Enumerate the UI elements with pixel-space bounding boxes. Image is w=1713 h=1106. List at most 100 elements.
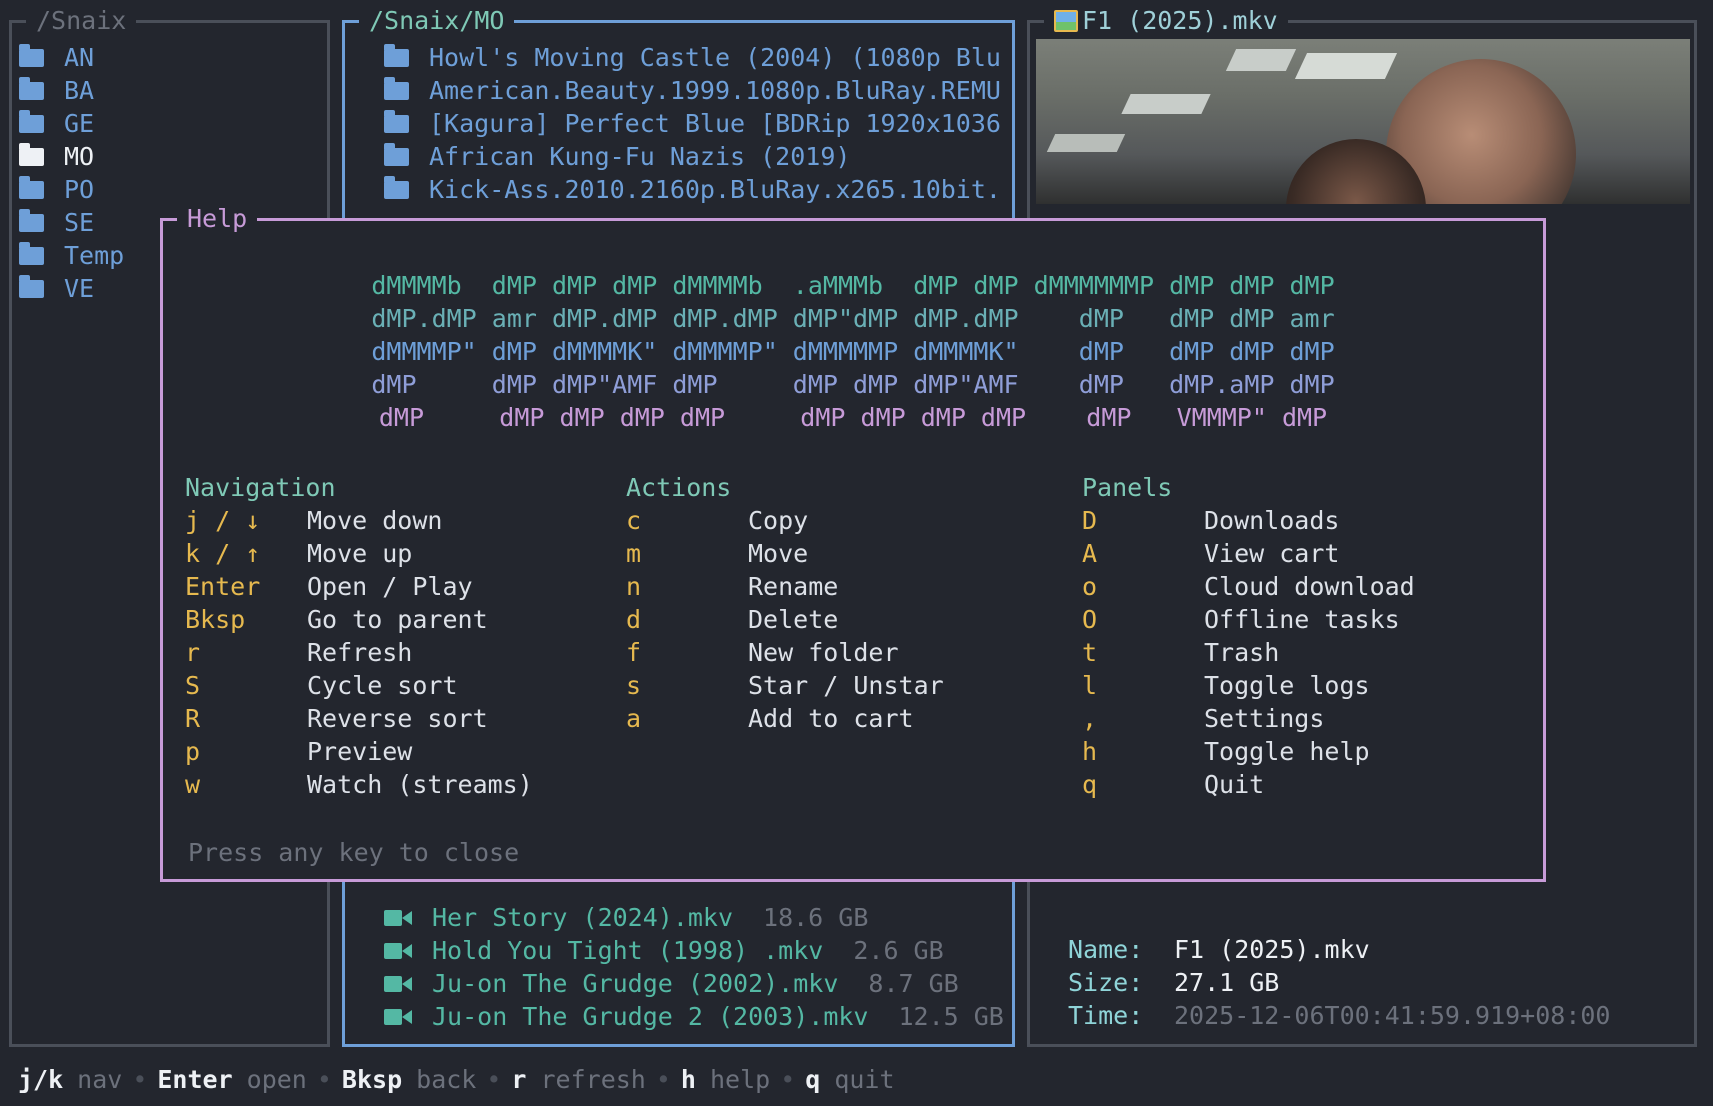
shortcut-key: j / ↓ xyxy=(185,506,261,535)
folder-icon xyxy=(384,109,409,133)
sidebar-item-label: BA xyxy=(64,76,95,105)
status-desc: quit xyxy=(834,1065,895,1094)
ascii-logo-line: dMMMMb dMP dMP dMP dMMMMb .aMMMb dMP dMP… xyxy=(371,271,1335,300)
shortcut-row: Bksp Go to parent xyxy=(185,603,533,636)
shortcut-description: Toggle logs xyxy=(1204,671,1370,700)
sidebar-item-temp[interactable]: Temp xyxy=(19,239,124,272)
folder-list-item[interactable]: Kick-Ass.2010.2160p.BluRay.x265.10bit. xyxy=(384,173,1001,206)
shortcut-description: Reverse sort xyxy=(307,704,488,733)
shortcut-description: Refresh xyxy=(307,638,413,667)
file-info: Name: F1 (2025).mkv Size: 27.1 GB Time: 202… xyxy=(1068,933,1611,1032)
shortcut-description: Settings xyxy=(1204,704,1325,733)
shortcut-description: Cycle sort xyxy=(307,671,458,700)
file-size: 2.6 GB xyxy=(853,936,944,965)
ascii-logo-line: dMP dMP dMP"AMF dMP dMP dMP dMP"AMF dMP … xyxy=(371,370,1335,399)
ascii-logo-line: dMP dMP dMP dMP dMP dMP dMP dMP dMP dMP … xyxy=(378,403,1328,432)
folder-name: [Kagura] Perfect Blue [BDRip 1920x1036 xyxy=(429,109,1001,138)
shortcut-description: Offline tasks xyxy=(1204,605,1400,634)
video-file-icon xyxy=(384,942,412,959)
folder-icon xyxy=(19,142,44,166)
folder-list-item[interactable]: Howl's Moving Castle (2004) (1080p Blu xyxy=(384,41,1001,74)
shortcut-key: s xyxy=(626,671,642,700)
size-label: Size: xyxy=(1068,968,1144,997)
help-close-hint: Press any key to close xyxy=(188,838,520,867)
shortcut-description: Delete xyxy=(748,605,839,634)
file-time-value: 2025-12-06T00:41:59.919+08:00 xyxy=(1174,1001,1611,1030)
shortcut-row: Enter Open / Play xyxy=(185,570,533,603)
sidebar-item-se[interactable]: SE xyxy=(19,206,124,239)
shortcut-row: A View cart xyxy=(1082,537,1415,570)
folder-icon xyxy=(19,274,44,298)
shortcut-key: A xyxy=(1082,539,1098,568)
status-bar: j/k nav • Enter open • Bksp back • r refresh • h help… xyxy=(18,1063,895,1096)
shortcut-row: c Copy xyxy=(626,504,944,537)
shortcut-description: Move up xyxy=(307,539,413,568)
shortcut-key: k / ↑ xyxy=(185,539,261,568)
shortcut-description: Rename xyxy=(748,572,839,601)
status-key: j/k xyxy=(18,1065,64,1094)
video-file-icon xyxy=(384,1008,412,1025)
help-ascii-logo: dMMMMb dMP dMP dMP dMMMMb .aMMMb dMP dMP… xyxy=(163,269,1543,434)
help-section-panels: Panels D Downloads A View cart o Cloud downloa… xyxy=(1082,471,1415,801)
shortcut-description: Toggle help xyxy=(1204,737,1370,766)
file-name: Ju-on The Grudge (2002).mkv xyxy=(432,969,839,998)
sidebar-item-po[interactable]: PO xyxy=(19,173,124,206)
preview-file-name: F1 (2025).mkv xyxy=(1082,6,1278,35)
shortcut-description: Open / Play xyxy=(307,572,473,601)
ascii-logo-line: dMMMMP" dMP dMMMMK" dMMMMP" dMMMMMP dMMM… xyxy=(371,337,1335,366)
shortcut-key: f xyxy=(626,638,642,667)
sidebar-item-ba[interactable]: BA xyxy=(19,74,124,107)
sidebar-item-mo[interactable]: MO xyxy=(19,140,124,173)
shortcut-key: S xyxy=(185,671,201,700)
middle-file-list: Her Story (2024).mkv 18.6 GB Hold You Tigh… xyxy=(384,901,1004,1033)
status-desc: help xyxy=(709,1065,771,1094)
sidebar-item-ve[interactable]: VE xyxy=(19,272,124,305)
file-list-item[interactable]: Ju-on The Grudge 2 (2003).mkv 12.5 GB xyxy=(384,1000,1004,1033)
status-separator: • xyxy=(316,1065,332,1094)
sidebar-item-label: VE xyxy=(64,274,95,303)
shortcut-row: n Rename xyxy=(626,570,944,603)
shortcut-row: w Watch (streams) xyxy=(185,768,533,801)
status-key: r xyxy=(511,1065,527,1094)
folder-list-item[interactable]: [Kagura] Perfect Blue [BDRip 1920x1036 xyxy=(384,107,1001,140)
sidebar-item-label: MO xyxy=(64,142,95,171)
shortcut-description: Cloud download xyxy=(1204,572,1415,601)
sidebar-item-an[interactable]: AN xyxy=(19,41,124,74)
shortcut-row: o Cloud download xyxy=(1082,570,1415,603)
help-section-actions: Actions c Copy m Move n Rename d Delete f New fold… xyxy=(626,471,944,735)
shortcut-key: D xyxy=(1082,506,1098,535)
shortcut-row: d Delete xyxy=(626,603,944,636)
shortcut-description: Copy xyxy=(748,506,809,535)
folder-icon xyxy=(19,43,44,67)
shortcut-key: , xyxy=(1082,704,1098,733)
time-label: Time: xyxy=(1068,1001,1144,1030)
folder-list-item[interactable]: American.Beauty.1999.1080p.BluRay.REMU xyxy=(384,74,1001,107)
ascii-logo-line: dMP.dMP amr dMP.dMP dMP.dMP dMP"dMP dMP.… xyxy=(371,304,1335,333)
help-section-heading: Actions xyxy=(626,473,732,502)
sidebar-item-label: SE xyxy=(64,208,95,237)
sidebar-item-ge[interactable]: GE xyxy=(19,107,124,140)
shortcut-description: New folder xyxy=(748,638,899,667)
name-label: Name: xyxy=(1068,935,1144,964)
file-name-value: F1 (2025).mkv xyxy=(1174,935,1370,964)
file-list-item[interactable]: Her Story (2024).mkv 18.6 GB xyxy=(384,901,1004,934)
sidebar-item-label: AN xyxy=(64,43,95,72)
file-list-item[interactable]: Hold You Tight (1998) .mkv 2.6 GB xyxy=(384,934,1004,967)
shortcut-description: View cart xyxy=(1204,539,1340,568)
folder-icon xyxy=(19,109,44,133)
folder-icon xyxy=(384,175,409,199)
status-separator: • xyxy=(780,1065,796,1094)
shortcut-key: w xyxy=(185,770,201,799)
shortcut-key: R xyxy=(185,704,201,733)
file-list-item[interactable]: Ju-on The Grudge (2002).mkv 8.7 GB xyxy=(384,967,1004,1000)
shortcut-key: d xyxy=(626,605,642,634)
middle-panel-title: /Snaix/MO xyxy=(359,4,515,37)
shortcut-description: Move xyxy=(748,539,809,568)
shortcut-row: t Trash xyxy=(1082,636,1415,669)
help-modal[interactable]: Help dMMMMb dMP dMP dMP dMMMMb .aMMMb dM… xyxy=(160,202,1546,882)
status-desc: open xyxy=(246,1065,307,1094)
shortcut-key: p xyxy=(185,737,201,766)
status-key: q xyxy=(805,1065,821,1094)
folder-list-item[interactable]: African Kung-Fu Nazis (2019) xyxy=(384,140,1001,173)
shortcut-description: Watch (streams) xyxy=(307,770,533,799)
